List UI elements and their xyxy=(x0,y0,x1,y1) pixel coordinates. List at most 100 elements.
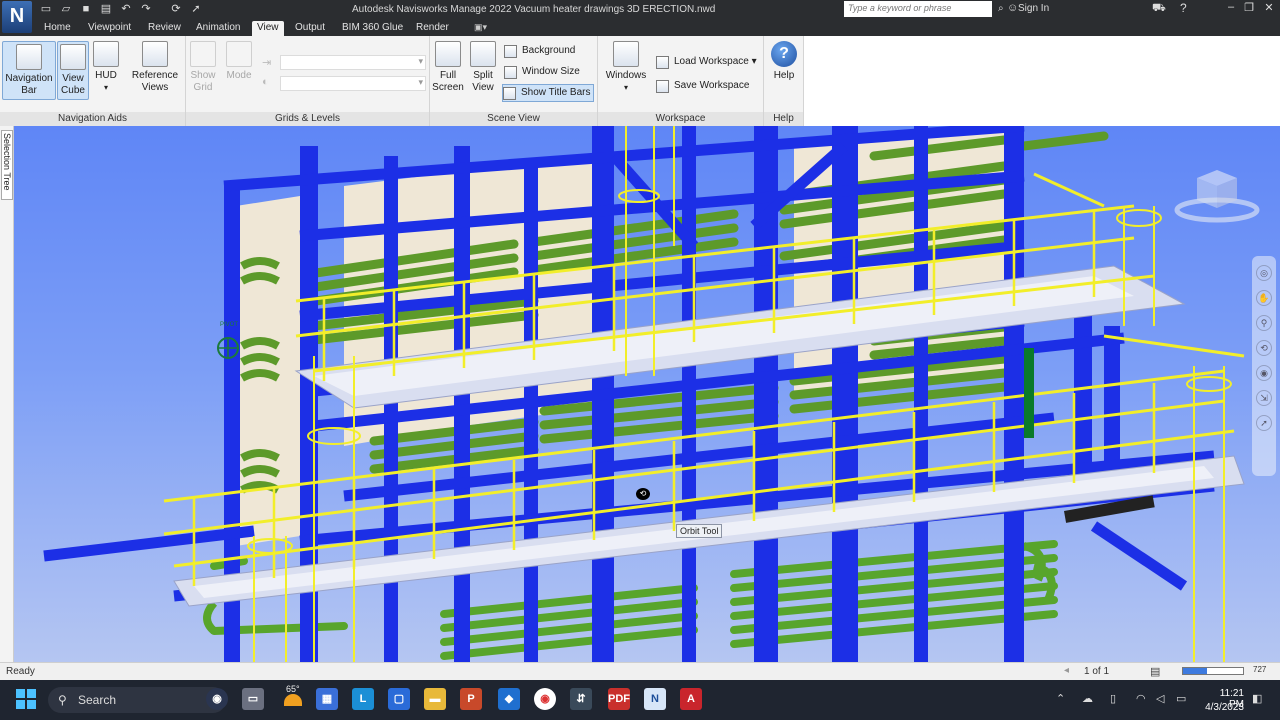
powerpoint-icon[interactable]: P xyxy=(460,688,482,710)
level-combo[interactable] xyxy=(280,55,426,70)
tab-viewpoint[interactable]: Viewpoint xyxy=(88,21,131,36)
maximize-button[interactable]: ❐ xyxy=(1240,1,1258,14)
autodesk-viewer-icon[interactable]: ⇵ xyxy=(570,688,592,710)
app-logo[interactable]: N xyxy=(2,1,32,33)
l-app-icon[interactable]: L xyxy=(352,688,374,710)
chevron-down-icon: ▾ xyxy=(103,83,108,92)
start-button[interactable] xyxy=(16,689,36,709)
file-explorer-icon[interactable]: ▬ xyxy=(424,688,446,710)
window-app-icon[interactable]: ▢ xyxy=(388,688,410,710)
status-text: Ready xyxy=(6,666,35,677)
load-workspace-icon xyxy=(656,56,669,69)
binoculars-icon[interactable]: ⌕ xyxy=(998,3,1004,14)
heater-structure-model xyxy=(43,126,1245,662)
panel-grids-levels: Show Grid Mode ⇥ ◐ Grids & Levels xyxy=(186,36,430,126)
memory-value: 727 xyxy=(1253,665,1267,674)
weather-temperature[interactable]: 65° xyxy=(286,684,300,694)
show-title-bars-button[interactable]: Show Title Bars xyxy=(502,84,595,102)
tab-review[interactable]: Review xyxy=(148,21,181,36)
reference-views-icon xyxy=(142,41,168,67)
save-workspace-icon xyxy=(656,80,669,93)
chevron-up-icon[interactable]: ⌃ xyxy=(1056,692,1065,705)
volume-icon[interactable]: ◁ xyxy=(1156,692,1164,705)
pdf-icon[interactable]: PDF xyxy=(608,688,630,710)
cloud-icon[interactable]: ☁ xyxy=(1082,692,1093,705)
prev-page-icon[interactable]: ◂ xyxy=(1064,665,1069,676)
panel-title: Scene View xyxy=(430,112,597,126)
show-grid-button[interactable]: Show Grid xyxy=(188,41,218,94)
notification-icon[interactable]: ◧ xyxy=(1252,692,1262,705)
view-cube-widget[interactable] xyxy=(1172,156,1262,226)
store-icon[interactable]: ▦ xyxy=(316,688,338,710)
security-icon[interactable]: ◆ xyxy=(498,688,520,710)
tab-view[interactable]: View xyxy=(252,21,284,36)
battery-icon[interactable]: ▭ xyxy=(1176,692,1186,705)
save-icon[interactable]: ■ xyxy=(78,2,94,17)
clock-date[interactable]: 4/3/2023 xyxy=(1200,702,1244,713)
tab-home[interactable]: Home xyxy=(44,21,71,36)
chrome-icon[interactable]: ◉ xyxy=(534,688,556,710)
open-file-icon[interactable]: ▱ xyxy=(58,2,74,17)
tab-render[interactable]: Render xyxy=(416,21,449,36)
look-icon[interactable]: ◉ xyxy=(1256,365,1272,381)
help-circle-icon[interactable]: ? xyxy=(1180,1,1187,15)
3d-viewport[interactable]: PIVOT ⟲ Orbit Tool ◎ ✋ ⚲ ⟲ ◉ ⇲ ➚ xyxy=(14,126,1280,662)
new-file-icon[interactable]: ▭ xyxy=(38,2,54,17)
windows-icon xyxy=(613,41,639,67)
tab-bim360[interactable]: BIM 360 Glue xyxy=(342,21,403,36)
navigation-bar-button[interactable]: Navigation Bar xyxy=(2,41,56,100)
select-pointer-icon[interactable]: ➚ xyxy=(1256,415,1272,431)
user-icon: ☺ xyxy=(1007,2,1019,14)
view-cube-button[interactable]: View Cube xyxy=(57,41,89,100)
orbit-icon[interactable]: ⟲ xyxy=(1256,340,1272,356)
mode-button[interactable]: Mode xyxy=(224,41,254,82)
navisworks-icon[interactable]: N xyxy=(644,688,666,710)
walk-icon[interactable]: ⇲ xyxy=(1256,390,1272,406)
undo-icon[interactable]: ↶ xyxy=(118,2,134,17)
help-icon: ? xyxy=(771,41,797,67)
cart-icon[interactable]: ⛟ xyxy=(1152,2,1166,16)
selection-tree-tab[interactable]: Selection Tree xyxy=(1,130,13,200)
panel-title: Help xyxy=(764,112,803,126)
phone-icon[interactable]: ▯ xyxy=(1110,692,1116,705)
taskbar-search[interactable]: ⚲ Search xyxy=(48,687,226,713)
load-workspace-button[interactable]: Load Workspace ▾ xyxy=(656,54,757,72)
steering-wheel-icon[interactable]: ◎ xyxy=(1256,265,1272,281)
panel-title: Navigation Aids xyxy=(0,112,185,126)
pan-icon[interactable]: ✋ xyxy=(1256,290,1272,306)
print-icon[interactable]: ▤ xyxy=(98,2,114,17)
help-button[interactable]: ? Help xyxy=(768,41,800,82)
tab-animation[interactable]: Animation xyxy=(196,21,240,36)
wifi-icon[interactable]: ◠ xyxy=(1136,692,1146,705)
close-button[interactable]: ✕ xyxy=(1260,1,1278,14)
window-size-button[interactable]: Window Size xyxy=(504,64,580,82)
window-title: Autodesk Navisworks Manage 2022 Vacuum h… xyxy=(352,4,716,15)
panel-title: Workspace xyxy=(598,112,763,126)
autocad-icon[interactable]: A xyxy=(680,688,702,710)
camera-icon[interactable]: ▣▾ xyxy=(474,22,487,33)
select-icon[interactable]: ➚ xyxy=(188,2,204,17)
background-button[interactable]: Background xyxy=(504,43,575,61)
windows-button[interactable]: Windows ▾ xyxy=(604,41,648,94)
search-input[interactable]: Type a keyword or phrase xyxy=(844,1,992,17)
refresh-icon[interactable]: ⟳ xyxy=(168,2,184,17)
panel-navigation-aids: Navigation Bar View Cube HUD ▾ Reference… xyxy=(0,36,186,126)
zoom-icon[interactable]: ⚲ xyxy=(1256,315,1272,331)
hud-button[interactable]: HUD ▾ xyxy=(92,41,120,94)
reference-views-button[interactable]: Reference Views xyxy=(128,41,182,94)
ribbon-tabs: Home Viewpoint Review Animation View Out… xyxy=(0,20,1280,36)
grid-combo[interactable] xyxy=(280,76,426,91)
full-screen-button[interactable]: Full Screen xyxy=(432,41,464,94)
task-view-icon[interactable]: ▭ xyxy=(242,688,264,710)
split-view-button[interactable]: Split View xyxy=(468,41,498,94)
status-bar: Ready ◂ 1 of 1 ▤ 727 xyxy=(0,662,1280,680)
redo-icon[interactable]: ↷ xyxy=(138,2,154,17)
save-workspace-button[interactable]: Save Workspace xyxy=(656,78,749,96)
sign-in-link[interactable]: Sign In xyxy=(1018,3,1049,14)
copilot-icon[interactable]: ◉ xyxy=(206,688,228,710)
minimize-button[interactable]: – xyxy=(1222,1,1240,13)
title-bar: ▭ ▱ ■ ▤ ↶ ↷ ⟳ ➚ Autodesk Navisworks Mana… xyxy=(0,0,1280,20)
page-counter: 1 of 1 xyxy=(1084,666,1110,677)
tab-output[interactable]: Output xyxy=(295,21,325,36)
sheet-browser-icon[interactable]: ▤ xyxy=(1150,665,1160,678)
